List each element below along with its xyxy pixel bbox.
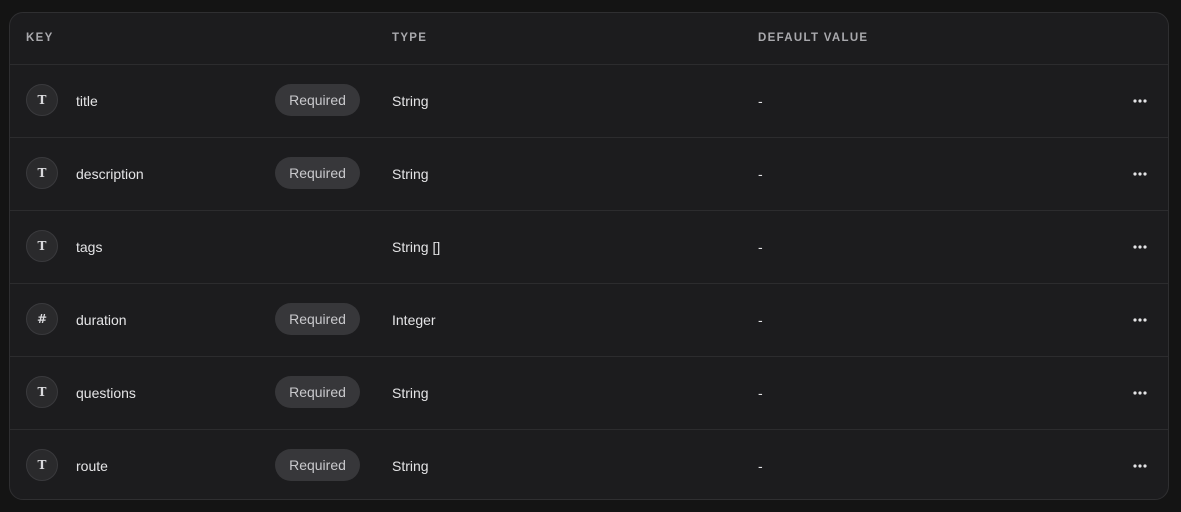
table-row[interactable]: Tdescription Required String - bbox=[10, 138, 1168, 211]
text-type-icon: T bbox=[26, 376, 58, 408]
number-type-icon: # bbox=[26, 303, 58, 335]
table-row[interactable]: Ttags String [] - bbox=[10, 211, 1168, 284]
text-type-icon: T bbox=[26, 84, 58, 116]
required-badge: Required bbox=[275, 376, 360, 408]
table-row[interactable]: Troute Required String - bbox=[10, 430, 1168, 499]
table-row[interactable]: Tquestions Required String - bbox=[10, 357, 1168, 430]
attribute-type: String [] bbox=[392, 239, 441, 255]
attribute-default-value: - bbox=[758, 93, 763, 109]
attribute-default-value: - bbox=[758, 385, 763, 401]
table-row[interactable]: Ttitle Required String - bbox=[10, 65, 1168, 138]
attribute-default-value: - bbox=[758, 312, 763, 328]
more-options-icon[interactable] bbox=[1130, 383, 1150, 403]
required-badge: Required bbox=[275, 449, 360, 481]
more-options-icon[interactable] bbox=[1130, 456, 1150, 476]
required-badge: Required bbox=[275, 157, 360, 189]
text-type-icon: T bbox=[26, 449, 58, 481]
attribute-type: String bbox=[392, 93, 429, 109]
attribute-default-value: - bbox=[758, 458, 763, 474]
more-options-icon[interactable] bbox=[1130, 310, 1150, 330]
text-type-icon: T bbox=[26, 230, 58, 262]
required-badge: Required bbox=[275, 303, 360, 335]
attribute-type: String bbox=[392, 458, 429, 474]
table-header: KEY TYPE DEFAULT VALUE bbox=[10, 13, 1168, 65]
attribute-type: String bbox=[392, 166, 429, 182]
table-row[interactable]: # duration Required Integer - bbox=[10, 284, 1168, 357]
text-type-icon: T bbox=[26, 157, 58, 189]
attribute-key: route bbox=[76, 458, 108, 474]
attribute-type: String bbox=[392, 385, 429, 401]
attribute-key: tags bbox=[76, 239, 103, 255]
attribute-default-value: - bbox=[758, 166, 763, 182]
attributes-table: KEY TYPE DEFAULT VALUE Ttitle Required Str… bbox=[9, 12, 1169, 500]
more-options-icon[interactable] bbox=[1130, 164, 1150, 184]
column-header-default-value: DEFAULT VALUE bbox=[758, 32, 869, 44]
attribute-key: duration bbox=[76, 312, 127, 328]
more-options-icon[interactable] bbox=[1130, 237, 1150, 257]
column-header-key: KEY bbox=[26, 32, 54, 44]
attribute-type: Integer bbox=[392, 312, 436, 328]
required-badge: Required bbox=[275, 84, 360, 116]
more-options-icon[interactable] bbox=[1130, 91, 1150, 111]
table-body: Ttitle Required String - Tdescription Require… bbox=[10, 65, 1168, 499]
attribute-key: description bbox=[76, 166, 144, 182]
column-header-type: TYPE bbox=[392, 32, 428, 44]
attribute-key: questions bbox=[76, 385, 136, 401]
attribute-key: title bbox=[76, 93, 98, 109]
attribute-default-value: - bbox=[758, 239, 763, 255]
